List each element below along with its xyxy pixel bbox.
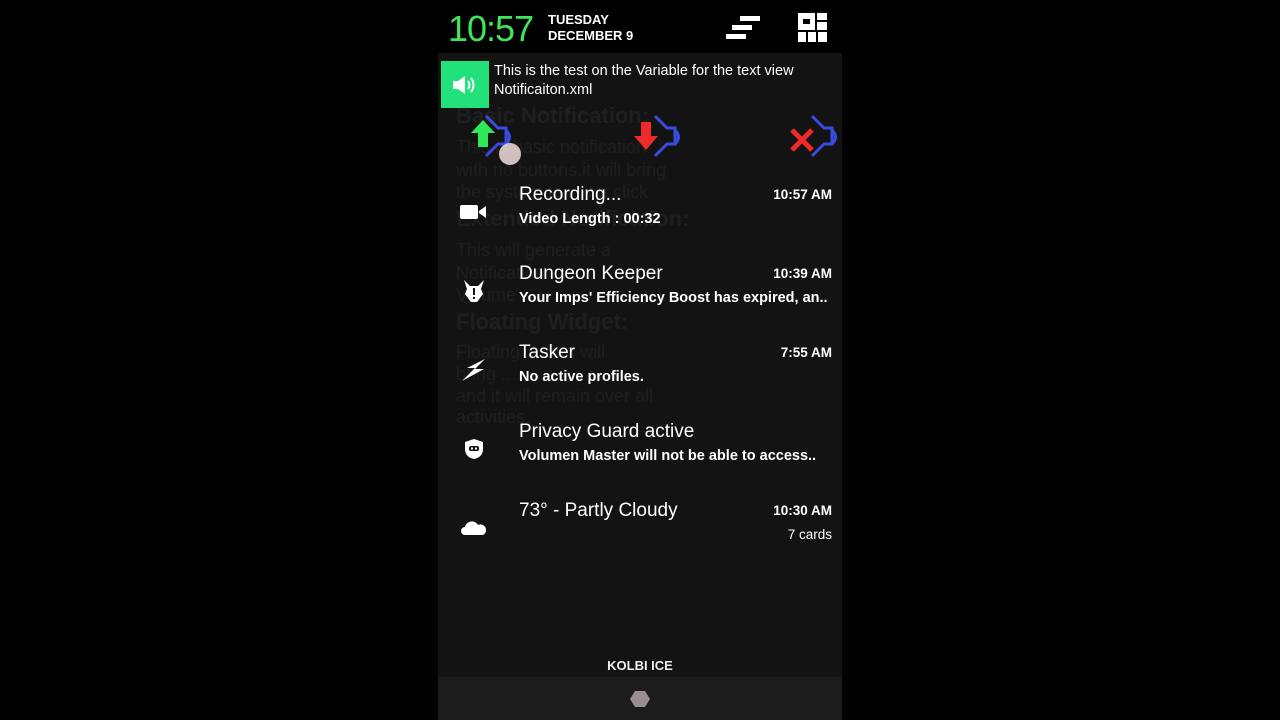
cloud-icon <box>460 516 488 540</box>
notification-tasker[interactable]: Tasker No active profiles. 7:55 AM <box>438 342 842 412</box>
privacy-guard-shield-icon <box>460 437 488 461</box>
volume-toast[interactable]: This is the test on the Variable for the… <box>441 61 842 108</box>
dungeon-keeper-icon <box>460 279 488 303</box>
notification-shade: Basic Notification: This is basic notifi… <box>438 0 842 720</box>
notification-recording[interactable]: Recording... Video Length : 00:32 10:57 … <box>438 184 842 254</box>
notification-title: Tasker <box>519 342 575 363</box>
volume-up-button[interactable] <box>466 112 526 172</box>
notification-text: Video Length : 00:32 <box>519 211 661 227</box>
date-text: DECEMBER 9 <box>548 28 634 43</box>
volume-mute-button[interactable] <box>788 112 842 172</box>
volume-down-button[interactable] <box>631 112 691 172</box>
notification-text: Volumen Master will not be able to acces… <box>519 448 817 464</box>
notification-text: Your Imps' Efficiency Boost has expired,… <box>519 290 828 306</box>
notification-title: Privacy Guard active <box>519 421 695 442</box>
notification-time: 7:55 AM <box>780 345 832 360</box>
notification-time: 10:30 AM <box>773 503 832 518</box>
home-hexagon-icon[interactable] <box>630 690 650 708</box>
notification-time: 10:57 AM <box>773 187 832 202</box>
notification-cards-count: 7 cards <box>787 527 832 542</box>
tiles-grid-icon[interactable] <box>798 13 828 43</box>
notification-privacy-guard[interactable]: Privacy Guard active Volumen Master will… <box>438 421 842 491</box>
navigation-bar <box>438 677 842 720</box>
date[interactable]: TUESDAY DECEMBER 9 <box>548 12 633 44</box>
weekday: TUESDAY <box>548 12 609 27</box>
notification-time: 10:39 AM <box>773 266 832 281</box>
status-bar: 10:57 TUESDAY DECEMBER 9 <box>438 0 842 53</box>
toast-line-2: Notificaiton.xml <box>494 82 593 98</box>
video-camera-icon <box>460 200 488 224</box>
notification-title: Dungeon Keeper <box>519 263 663 284</box>
quick-settings-icon[interactable] <box>726 15 762 43</box>
notification-text: No active profiles. <box>519 369 644 385</box>
notification-title: 73° - Partly Cloudy <box>519 500 678 521</box>
speaker-icon <box>441 61 489 108</box>
toast-line-1: This is the test on the Variable for the… <box>494 63 794 79</box>
carrier-label: KOLBI ICE <box>607 658 673 673</box>
notification-dungeon-keeper[interactable]: Dungeon Keeper Your Imps' Efficiency Boo… <box>438 263 842 333</box>
notification-title: Recording... <box>519 184 622 205</box>
notification-weather[interactable]: 73° - Partly Cloudy 10:30 AM 7 cards <box>438 500 842 570</box>
lightning-icon <box>460 358 488 382</box>
clock[interactable]: 10:57 <box>448 8 534 50</box>
